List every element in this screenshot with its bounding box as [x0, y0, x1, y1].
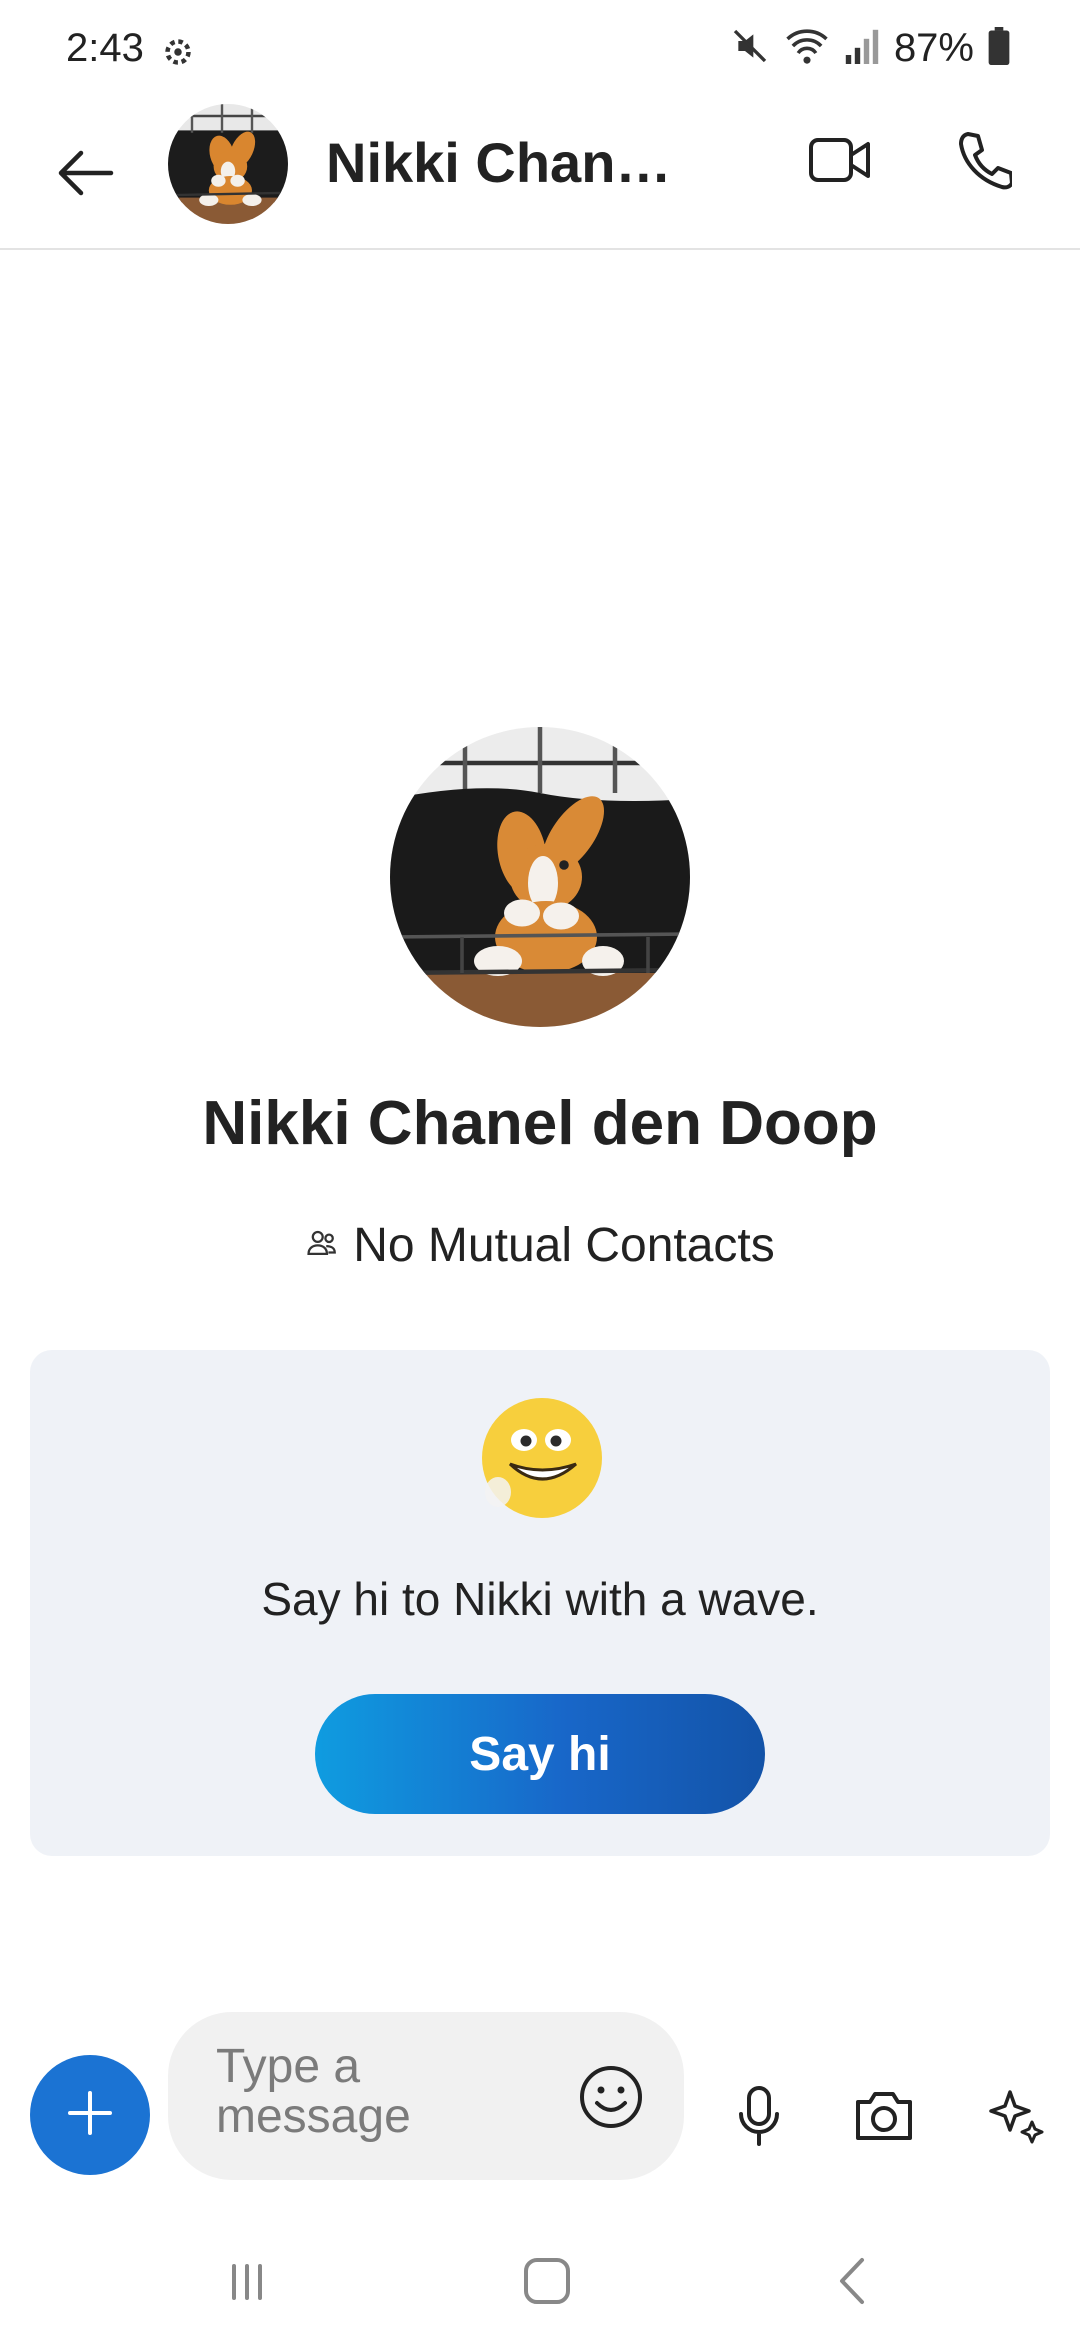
microphone-icon [737, 2085, 781, 2152]
gear-icon [160, 34, 196, 70]
emoji-button[interactable] [578, 2064, 644, 2130]
people-icon [305, 1218, 339, 1273]
profile-name: Nikki Chanel den Doop [202, 1089, 878, 1158]
waving-smiley-icon [480, 1396, 604, 1520]
plush-bunny-photo [168, 104, 288, 224]
header-avatar[interactable] [168, 104, 288, 224]
camera-icon [852, 2088, 916, 2149]
signal-icon [844, 26, 880, 71]
status-bar: 2:43 87% [0, 0, 1080, 100]
message-placeholder: Type a message [216, 2040, 411, 2143]
wave-prompt-text: Say hi to Nikki with a wave. [261, 1573, 819, 1625]
plus-icon [65, 2088, 115, 2143]
emoji-icon [580, 2066, 642, 2128]
voice-call-button[interactable] [944, 122, 1024, 202]
status-icons: 87% [730, 26, 1010, 71]
video-call-button[interactable] [800, 122, 880, 202]
home-button[interactable] [512, 2246, 582, 2316]
plush-bunny-photo-large [390, 727, 690, 1027]
back-button[interactable] [40, 130, 130, 220]
battery-icon [988, 27, 1010, 70]
profile-avatar[interactable] [390, 727, 690, 1027]
mutual-contacts-text: No Mutual Contacts [353, 1219, 775, 1272]
microphone-button[interactable] [722, 2078, 796, 2158]
chat-header: Nikki Chan… [0, 100, 1080, 250]
mutual-contacts: No Mutual Contacts [0, 1218, 1080, 1273]
back-arrow-icon [55, 148, 115, 203]
recent-apps-icon [232, 2264, 262, 2300]
copilot-sparkle-button[interactable] [976, 2078, 1056, 2158]
header-contact-name[interactable]: Nikki Chan… [326, 130, 671, 195]
chevron-left-icon [840, 2258, 864, 2304]
sparkle-icon [986, 2086, 1046, 2151]
system-back-button[interactable] [818, 2246, 888, 2316]
wifi-icon [784, 26, 830, 71]
wave-card: Say hi to Nikki with a wave. Say hi [30, 1350, 1050, 1856]
message-input[interactable]: Type a message [168, 2012, 684, 2180]
video-call-icon [808, 135, 872, 190]
say-hi-button[interactable]: Say hi [315, 1694, 765, 1814]
system-nav-bar [0, 2222, 1080, 2340]
battery-percent: 87% [893, 26, 974, 70]
add-attachment-button[interactable] [30, 2055, 150, 2175]
status-time: 2:43 [66, 26, 144, 70]
home-icon [524, 2258, 570, 2304]
phone-icon [956, 130, 1014, 195]
camera-button[interactable] [844, 2078, 924, 2158]
recent-apps-button[interactable] [212, 2246, 282, 2316]
mute-icon [730, 26, 770, 71]
